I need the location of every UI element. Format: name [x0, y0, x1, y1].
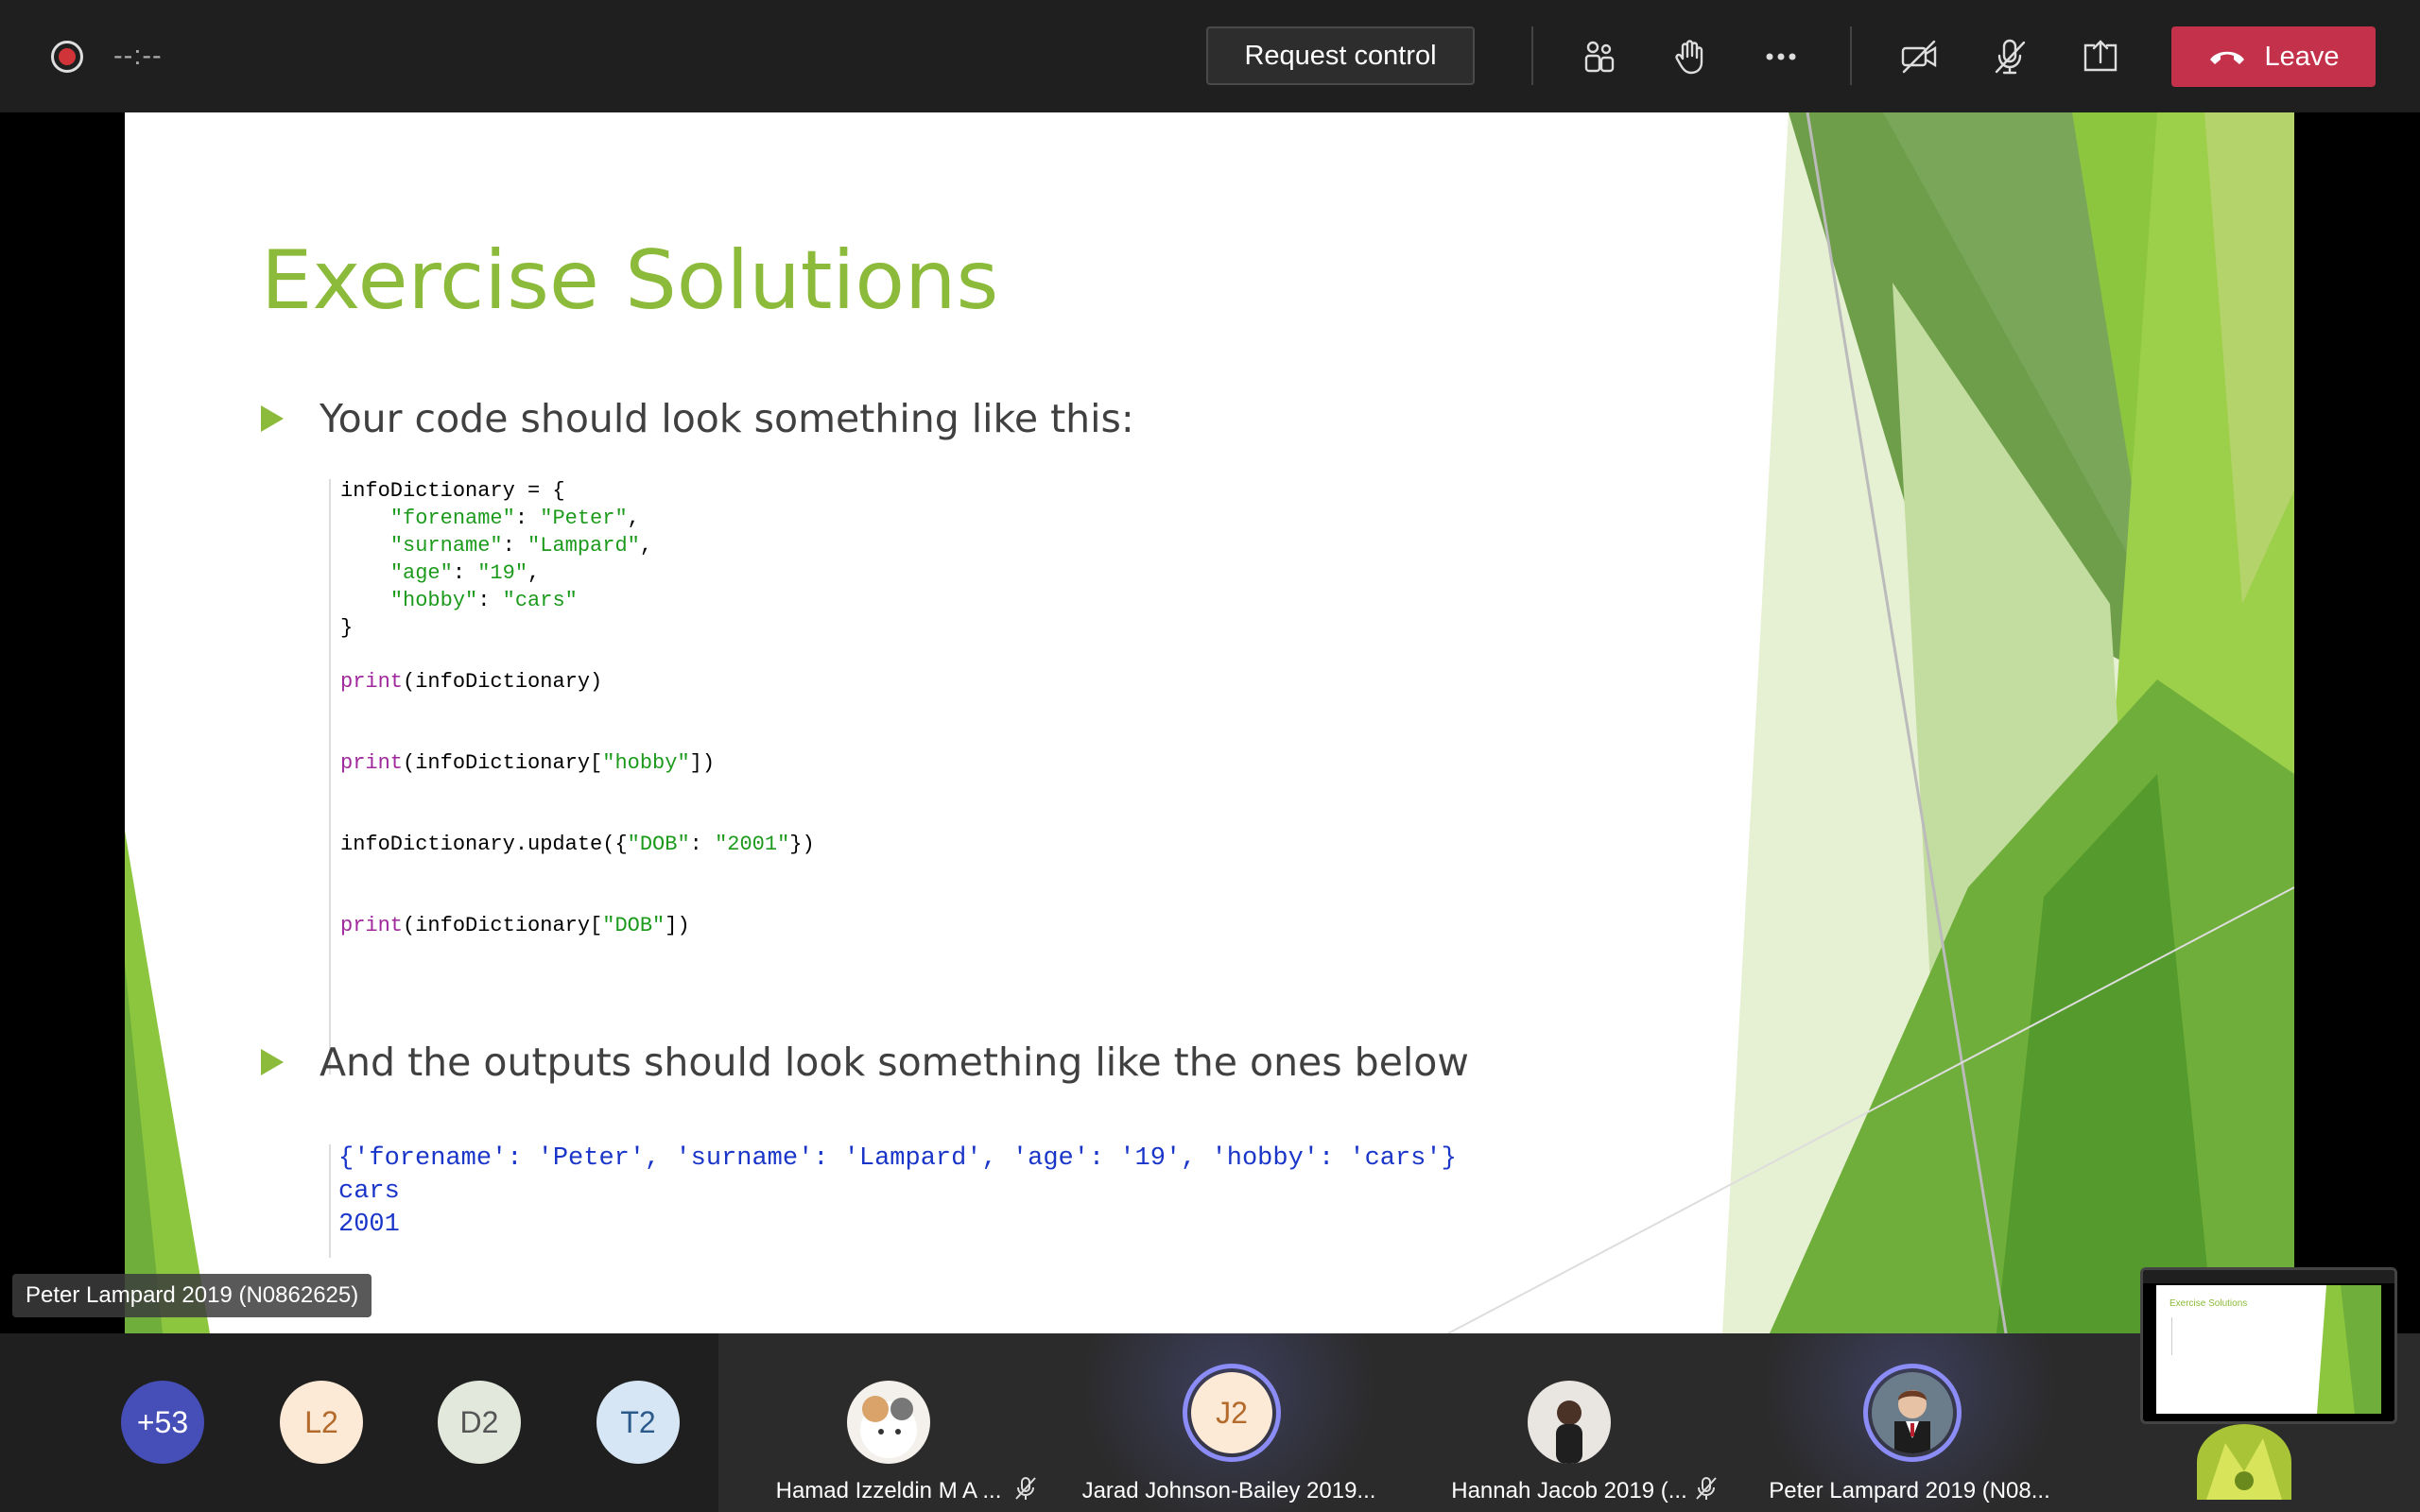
preview-code	[2171, 1317, 2210, 1355]
participant-name: Jarad Johnson-Bailey 2019...	[1081, 1478, 1376, 1503]
avatar	[1872, 1372, 1953, 1453]
meeting-toolbar: --:-- Request control Leave	[0, 0, 2420, 112]
leave-label: Leave	[2264, 41, 2340, 72]
more-icon[interactable]	[1753, 28, 1809, 85]
mic-off-icon	[1696, 1477, 1717, 1500]
code-line: "surname": "Lampard",	[389, 534, 653, 558]
avatar	[847, 1381, 930, 1464]
toolbar-divider	[1531, 26, 1533, 85]
slide-title: Exercise Solutions	[261, 233, 999, 328]
phone-hangup-icon	[2210, 51, 2245, 64]
request-control-button[interactable]: Request control	[1206, 26, 1475, 85]
code-line: print(infoDictionary["hobby"])	[340, 751, 716, 775]
participant-tile[interactable]: Hannah Jacob 2019 (...	[1399, 1333, 1739, 1512]
people-icon[interactable]	[1571, 28, 1628, 85]
participant-tile[interactable]: Peter Lampard 2019 (N08...	[1739, 1333, 2080, 1512]
raise-hand-icon[interactable]	[1662, 28, 1719, 85]
meeting-timer: --:--	[113, 41, 163, 71]
preview-slide: Exercise Solutions	[2156, 1285, 2381, 1414]
avatar[interactable]: D2	[438, 1381, 521, 1464]
bullet-text: Your code should look something like thi…	[320, 396, 1134, 441]
more-participants-button[interactable]: +53	[121, 1381, 204, 1464]
bullet-arrow-icon	[261, 405, 284, 432]
code-block: infoDictionary = { "forename": "Peter", …	[329, 479, 1182, 1074]
toolbar-divider	[1850, 26, 1852, 85]
bullet-arrow-icon	[261, 1049, 284, 1075]
slide-bullet: Your code should look something like thi…	[261, 396, 1134, 441]
participant-tile[interactable]: Hamad Izzeldin M A ...	[718, 1333, 1059, 1512]
presentation-slide: Exercise Solutions Your code should look…	[125, 112, 2294, 1333]
record-icon[interactable]	[51, 41, 83, 73]
camera-off-icon[interactable]	[1891, 28, 1947, 85]
avatar	[2197, 1424, 2291, 1500]
screen-share-preview[interactable]: Exercise Solutions	[2140, 1267, 2397, 1424]
slide-bullet: And the outputs should look something li…	[261, 1040, 1469, 1085]
speaking-indicator: J2	[1183, 1364, 1281, 1462]
code-line: infoDictionary = {	[340, 479, 565, 503]
code-line: "forename": "Peter",	[389, 507, 640, 530]
shared-screen: Exercise Solutions Your code should look…	[0, 112, 2420, 1333]
output-line: {'forename': 'Peter', 'surname': 'Lampar…	[338, 1144, 1457, 1173]
speaking-indicator	[1863, 1364, 1962, 1462]
participant-strip: +53 L2 D2 T2 Hamad Izzeldin M A ... J2 J…	[0, 1333, 2420, 1512]
mic-off-icon[interactable]	[1981, 28, 2038, 85]
presenter-name-label: Peter Lampard 2019 (N0862625)	[12, 1274, 372, 1317]
code-line: }	[340, 616, 354, 640]
participant-name: Hannah Jacob 2019 (...	[1451, 1478, 1687, 1503]
output-line: 2001	[338, 1211, 400, 1239]
avatar	[1528, 1381, 1611, 1464]
output-block: {'forename': 'Peter', 'surname': 'Lampar…	[329, 1144, 1711, 1258]
preview-toolbar	[2143, 1270, 2394, 1283]
avatar: J2	[1191, 1372, 1272, 1453]
code-line: "hobby": "cars"	[389, 589, 578, 612]
preview-title: Exercise Solutions	[2169, 1298, 2248, 1309]
share-icon[interactable]	[2072, 28, 2129, 85]
leave-button[interactable]: Leave	[2171, 26, 2376, 87]
participant-tile[interactable]: J2 Jarad Johnson-Bailey 2019...	[1059, 1333, 1399, 1512]
code-line: print(infoDictionary["DOB"])	[340, 914, 690, 937]
output-line: cars	[338, 1177, 400, 1206]
avatar[interactable]: T2	[596, 1381, 680, 1464]
participant-name: Hamad Izzeldin M A ...	[775, 1478, 1002, 1503]
mic-off-icon	[1015, 1477, 1036, 1500]
code-line: print(infoDictionary)	[340, 670, 603, 694]
code-line: "age": "19",	[389, 561, 541, 585]
participant-name: Peter Lampard 2019 (N08...	[1769, 1478, 2050, 1503]
code-line: infoDictionary.update({"DOB": "2001"})	[340, 833, 815, 856]
avatar[interactable]: L2	[280, 1381, 363, 1464]
bullet-text: And the outputs should look something li…	[320, 1040, 1469, 1085]
